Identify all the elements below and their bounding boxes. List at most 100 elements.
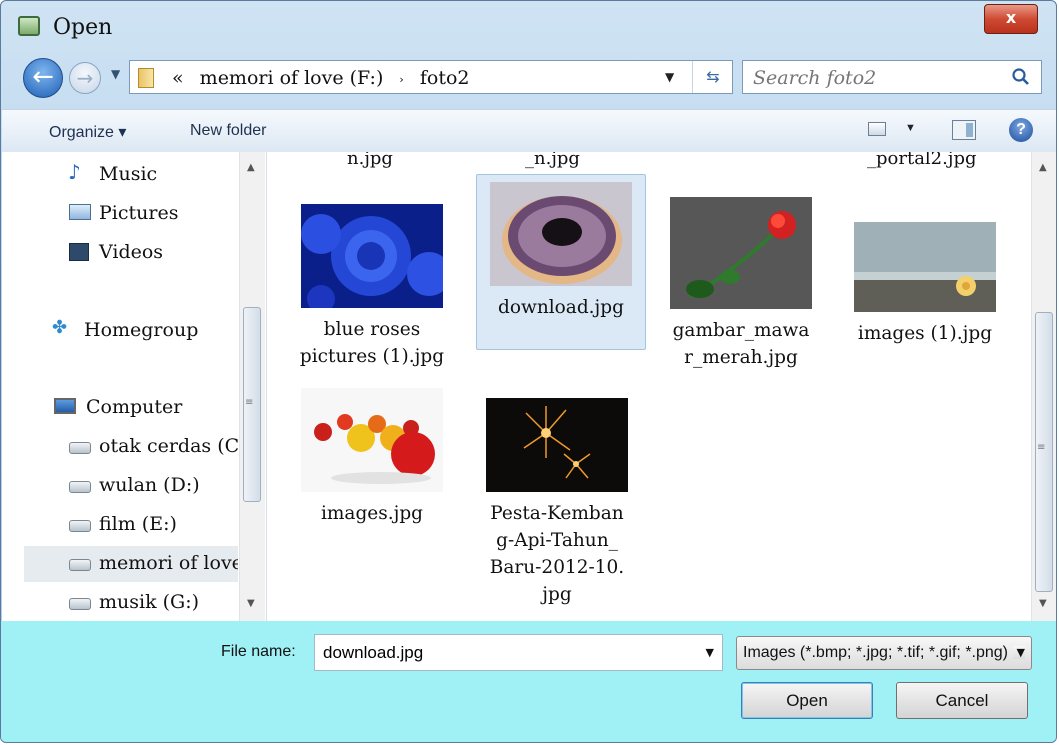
file-item-partial[interactable]: n.jpg	[347, 152, 393, 169]
recent-pages-dropdown-icon[interactable]: ▼	[111, 67, 120, 81]
file-item[interactable]: Pesta-Kemban g-Api-Tahun_ Baru-2012-10. jpg	[472, 398, 642, 608]
breadcrumb: « memori of love (F:) › foto2	[172, 67, 470, 89]
sidebar-item-drive-d[interactable]: wulan (D:)	[2, 468, 238, 504]
file-name-dropdown-icon[interactable]: ▼	[706, 646, 714, 659]
navigation-pane: ♪ Music Pictures Videos ✤ Homegroup Comp…	[2, 152, 267, 621]
file-name-label: File name:	[221, 643, 296, 660]
file-item-partial[interactable]: _n.jpg	[525, 152, 580, 169]
scroll-down-icon[interactable]: ▼	[247, 598, 255, 609]
sidebar-item-label: memori of love	[99, 552, 238, 574]
scroll-up-icon[interactable]: ▲	[247, 162, 255, 173]
sidebar-scrollbar[interactable]: ▲ ≡ ▼	[239, 152, 265, 621]
videos-folder-icon	[69, 243, 89, 261]
sidebar-item-computer[interactable]: Computer	[2, 390, 238, 426]
close-button[interactable]: x	[984, 4, 1038, 34]
file-item[interactable]: images (1).jpg	[840, 222, 1010, 347]
beach-flower-thumbnail	[854, 222, 996, 312]
drive-icon	[69, 442, 91, 454]
breadcrumb-drive[interactable]: memori of love (F:)	[200, 67, 384, 89]
help-icon[interactable]: ?	[1009, 118, 1033, 142]
sidebar-item-label: otak cerdas (C	[99, 435, 238, 457]
apples-thumbnail	[301, 388, 443, 492]
sidebar-item-drive-c[interactable]: otak cerdas (C	[2, 429, 238, 465]
file-name: blue roses pictures (1).jpg	[299, 319, 445, 367]
command-toolbar: Organize ▾ New folder ▼ ?	[2, 109, 1056, 153]
search-icon[interactable]	[1011, 67, 1031, 87]
file-name: images.jpg	[320, 503, 424, 524]
music-note-icon: ♪	[68, 160, 81, 184]
file-name: download.jpg	[498, 297, 624, 318]
scroll-grip-icon: ≡	[1037, 442, 1046, 453]
file-name-field[interactable]	[321, 642, 685, 664]
file-item-selected[interactable]: download.jpg	[476, 174, 646, 350]
navigation-bar: ← → ▼ « memori of love (F:) › foto2 ▼ ⇆	[1, 53, 1056, 103]
file-name: Pesta-Kemban g-Api-Tahun_ Baru-2012-10. jpg	[489, 503, 625, 605]
bottom-panel: File name: ▼ Images (*.bmp; *.jpg; *.tif…	[1, 621, 1056, 742]
search-input[interactable]	[751, 66, 1005, 90]
breadcrumb-folder[interactable]: foto2	[420, 67, 470, 89]
change-view-icon[interactable]	[868, 122, 886, 136]
organize-button[interactable]: Organize ▾	[49, 122, 126, 142]
sidebar-item-drive-f[interactable]: memori of love	[24, 546, 238, 582]
sidebar-item-pictures[interactable]: Pictures	[2, 196, 238, 232]
sidebar-item-label: Computer	[86, 396, 183, 418]
content-area: ♪ Music Pictures Videos ✤ Homegroup Comp…	[2, 152, 1056, 621]
sidebar-item-label: Homegroup	[84, 319, 199, 341]
drive-icon	[69, 598, 91, 610]
drive-icon	[69, 481, 91, 493]
scroll-down-icon[interactable]: ▼	[1039, 598, 1047, 609]
file-list-scrollbar[interactable]: ▲ ≡ ▼	[1031, 152, 1056, 621]
computer-icon	[54, 398, 76, 414]
file-list: n.jpg _n.jpg _portal2.jpg blue roses pic…	[267, 152, 1032, 621]
sidebar-item-label: Pictures	[99, 202, 179, 224]
address-dropdown-icon[interactable]: ▼	[665, 70, 674, 84]
refresh-icon[interactable]: ⇆	[692, 61, 733, 93]
sidebar-item-homegroup[interactable]: ✤ Homegroup	[2, 313, 238, 349]
sidebar-item-drive-e[interactable]: film (E:)	[2, 507, 238, 543]
fireworks-thumbnail	[486, 398, 628, 492]
scroll-up-icon[interactable]: ▲	[1039, 162, 1047, 173]
drive-icon	[69, 520, 91, 532]
open-dialog: Open x ← → ▼ « memori of love (F:) › fot…	[0, 0, 1057, 743]
window-title: Open	[53, 15, 113, 40]
file-type-filter[interactable]: Images (*.bmp; *.jpg; *.tif; *.gif; *.pn…	[736, 636, 1032, 670]
blue-rose-thumbnail	[301, 204, 451, 313]
new-folder-button[interactable]: New folder	[190, 122, 266, 140]
app-window-icon	[18, 16, 40, 36]
file-item[interactable]: blue roses pictures (1).jpg	[287, 204, 457, 370]
search-box[interactable]	[742, 60, 1042, 94]
file-item[interactable]: gambar_mawa r_merah.jpg	[656, 197, 826, 371]
sidebar-item-label: Videos	[99, 241, 164, 263]
file-item[interactable]: images.jpg	[287, 388, 457, 527]
sidebar-item-label: Music	[99, 163, 158, 185]
homegroup-icon: ✤	[52, 317, 68, 338]
pictures-folder-icon	[69, 204, 91, 220]
sidebar-item-videos[interactable]: Videos	[2, 235, 238, 271]
back-arrow-icon[interactable]: ←	[23, 58, 63, 98]
chevron-right-icon[interactable]: ›	[399, 73, 403, 86]
sidebar-item-label: film (E:)	[99, 513, 177, 535]
sidebar-item-drive-g[interactable]: musik (G:)	[2, 585, 238, 621]
breadcrumb-overflow[interactable]: «	[172, 67, 184, 89]
file-name-combobox[interactable]: ▼	[314, 634, 723, 671]
donut-thumbnail	[490, 182, 632, 286]
preview-pane-icon[interactable]	[952, 120, 976, 140]
file-item-partial[interactable]: _portal2.jpg	[867, 152, 977, 169]
sidebar-item-music[interactable]: ♪ Music	[2, 157, 238, 193]
drive-icon	[69, 559, 91, 571]
sidebar-item-label: wulan (D:)	[99, 474, 200, 496]
open-button[interactable]: Open	[741, 682, 873, 719]
file-name: images (1).jpg	[857, 323, 993, 344]
file-type-filter-label: Images (*.bmp; *.jpg; *.tif; *.gif; *.pn…	[743, 644, 1009, 661]
view-dropdown-icon[interactable]: ▼	[905, 122, 916, 134]
scroll-grip-icon: ≡	[245, 397, 254, 408]
red-rose-thumbnail	[670, 197, 812, 309]
file-name: gambar_mawa r_merah.jpg	[672, 320, 810, 368]
filter-dropdown-icon[interactable]: ▼	[1012, 646, 1025, 659]
cancel-button[interactable]: Cancel	[896, 682, 1028, 719]
address-bar[interactable]: « memori of love (F:) › foto2 ▼ ⇆	[129, 60, 733, 94]
folder-icon	[138, 68, 154, 88]
sidebar-item-label: musik (G:)	[99, 591, 200, 613]
title-bar: Open x	[1, 1, 1056, 51]
forward-arrow-icon[interactable]: →	[69, 62, 101, 94]
